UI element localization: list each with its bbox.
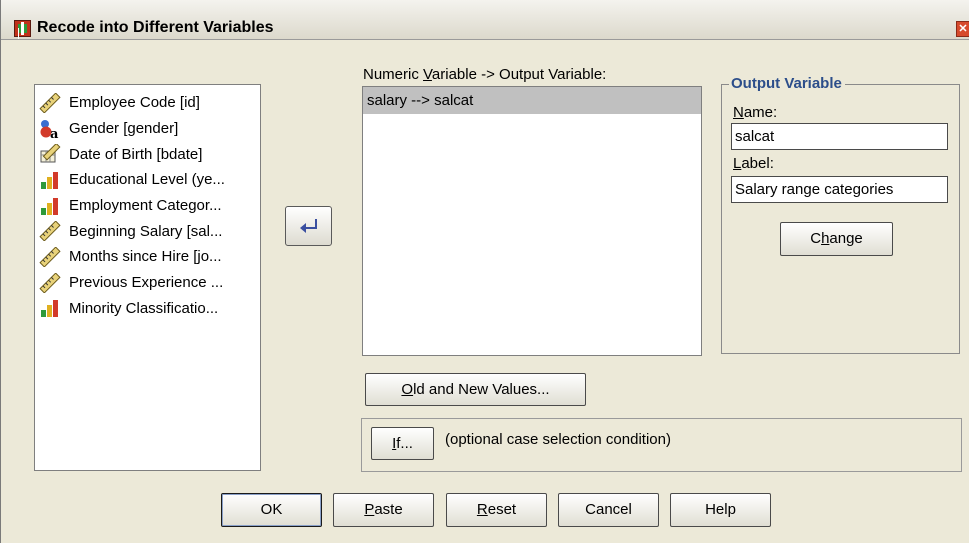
list-item[interactable]: Minority Classificatio... bbox=[35, 296, 260, 322]
old-and-new-values-button[interactable]: Old and New Values... bbox=[365, 373, 586, 406]
ordinal-bar-icon bbox=[39, 298, 61, 318]
source-variable-list[interactable]: Employee Code [id] a Gender [gender] Dat… bbox=[34, 84, 261, 471]
list-item[interactable]: Beginning Salary [sal... bbox=[35, 218, 260, 244]
output-variable-legend: Output Variable bbox=[729, 75, 845, 92]
svg-text:a: a bbox=[50, 127, 59, 139]
change-button[interactable]: Change bbox=[780, 222, 893, 256]
ok-button[interactable]: OK bbox=[221, 493, 322, 527]
title-bar: Recode into Different Variables ✕ bbox=[1, 0, 969, 40]
date-scale-icon bbox=[39, 144, 61, 164]
numeric-output-variable-list[interactable]: salary --> salcat bbox=[362, 86, 702, 356]
variable-label: Minority Classificatio... bbox=[69, 299, 219, 317]
list-item[interactable]: salary --> salcat bbox=[363, 87, 701, 114]
ordinal-bar-icon bbox=[39, 170, 61, 190]
list-item[interactable]: Educational Level (ye... bbox=[35, 167, 260, 193]
variable-label: Beginning Salary [sal... bbox=[69, 222, 223, 240]
variable-label: Gender [gender] bbox=[69, 120, 179, 138]
list-item[interactable]: Date of Birth [bdate] bbox=[35, 141, 260, 167]
ruler-scale-icon bbox=[39, 92, 61, 113]
mapping-list-label: Numeric Variable -> Output Variable: bbox=[363, 66, 607, 83]
dialog-window: Recode into Different Variables ✕ Employ… bbox=[0, 0, 969, 543]
app-icon bbox=[14, 20, 31, 37]
reset-button[interactable]: Reset bbox=[446, 493, 547, 527]
return-arrow-icon bbox=[299, 219, 317, 233]
cancel-button[interactable]: Cancel bbox=[558, 493, 659, 527]
ruler-scale-icon bbox=[39, 246, 61, 267]
ordinal-bar-icon bbox=[39, 196, 61, 216]
name-label: Name: bbox=[733, 104, 778, 121]
variable-label: Date of Birth [bdate] bbox=[69, 145, 203, 163]
list-item[interactable]: Employee Code [id] bbox=[35, 90, 260, 116]
variable-label: Educational Level (ye... bbox=[69, 171, 225, 189]
list-item[interactable]: a Gender [gender] bbox=[35, 116, 260, 142]
name-field[interactable]: salcat bbox=[731, 123, 948, 150]
close-button[interactable]: ✕ bbox=[956, 21, 969, 37]
window-title: Recode into Different Variables bbox=[37, 19, 274, 36]
if-hint-text: (optional case selection condition) bbox=[445, 431, 671, 448]
ruler-scale-icon bbox=[39, 221, 61, 242]
label-field[interactable]: Salary range categories bbox=[731, 176, 948, 203]
variable-label: Months since Hire [jo... bbox=[69, 248, 222, 266]
move-variable-button[interactable] bbox=[285, 206, 332, 246]
label-label: Label: bbox=[733, 155, 774, 172]
list-item[interactable]: Previous Experience ... bbox=[35, 270, 260, 296]
if-button[interactable]: If... bbox=[371, 427, 434, 460]
ruler-scale-icon bbox=[39, 272, 61, 293]
help-button[interactable]: Help bbox=[670, 493, 771, 527]
nominal-string-icon: a bbox=[39, 119, 61, 139]
variable-label: Employee Code [id] bbox=[69, 94, 200, 112]
variable-label: Previous Experience ... bbox=[69, 274, 224, 292]
list-item[interactable]: Months since Hire [jo... bbox=[35, 244, 260, 270]
paste-button[interactable]: Paste bbox=[333, 493, 434, 527]
variable-label: Employment Categor... bbox=[69, 197, 222, 215]
list-item[interactable]: Employment Categor... bbox=[35, 193, 260, 219]
